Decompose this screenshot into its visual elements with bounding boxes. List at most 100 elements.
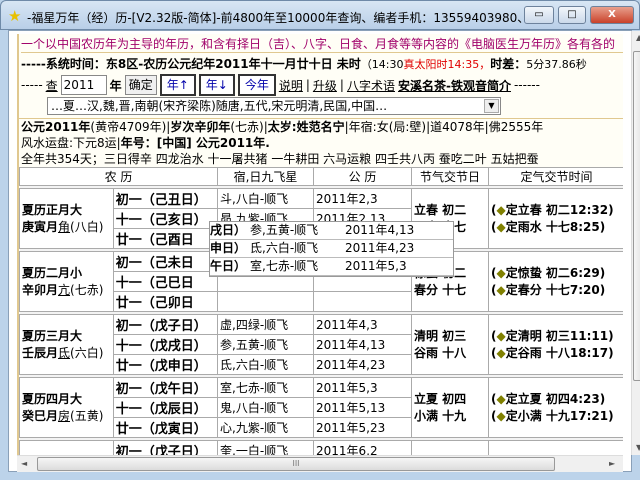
table-row: 夏历正月大 庚寅月角(八白) 初一（己丑日） 斗,八白-顺飞 2011年2,3 立春 初二… xyxy=(19,188,623,249)
lunar-month-cell: 夏历三月大 壬辰月氐(六白) xyxy=(19,314,114,375)
dingqi-cell: (◆定惊蛰 初二6:29) (◆定春分 十七7:20) xyxy=(488,251,623,312)
overlay-cell: 2011年5,3 xyxy=(345,259,407,273)
horizontal-scrollbar[interactable]: ◄ III ► xyxy=(17,455,623,472)
month-star: (五黄) xyxy=(70,408,104,423)
lunar-day: 初一（戊子日） xyxy=(112,440,219,456)
maximize-button[interactable]: □ xyxy=(558,6,586,24)
gregorian-date: 2011年2,3 xyxy=(313,188,412,209)
lunar-day: 初一（己丑日） xyxy=(112,188,219,209)
year-ad: 公元2011年 xyxy=(21,120,91,134)
month-name: 夏历二月小 xyxy=(22,265,83,280)
true-solar-time: 真太阳时14:35， xyxy=(403,58,491,71)
diff-label: 时差： xyxy=(490,57,527,71)
lunar-day: 廿一（戊寅日） xyxy=(112,417,219,438)
lunar-day: 廿一（己酉日 xyxy=(112,228,219,249)
overlay-cell: 2011年4,23 xyxy=(345,241,415,255)
month-name: 夏历正月大 xyxy=(22,202,83,217)
bazi-link[interactable]: 八字术语 xyxy=(347,77,395,94)
upgrade-link[interactable]: 升级 xyxy=(313,77,337,94)
diamond-icon: ◆ xyxy=(496,282,506,297)
lunar-day: 廿一（戊申日） xyxy=(112,354,219,375)
month-ganzhi-text: 癸巳月 xyxy=(22,408,59,423)
system-time: -----系统时间：东8区-农历公元纪年2011年十一月廿十日 未时（14:30… xyxy=(21,55,587,72)
taisui: 太岁:姓范名宁 xyxy=(267,120,345,134)
dingqi-cell: (◆定立夏 初四4:23) (◆定小满 十九17:21) xyxy=(488,377,623,438)
overlay-row: 午日） 室,七赤-顺飞 2011年5,3 xyxy=(210,258,453,276)
dingqi-text: 定清明 初三11:11) xyxy=(505,328,614,343)
dingqi: (◆定小满 十九17:21) xyxy=(491,408,614,423)
system-time-label: -----系统时间：东8区-农历公元纪年2011年十一月廿十日 未时 xyxy=(21,57,361,71)
controls-row: ----- 查 2011 年 确定 年↑ 年↓ 今年 说明 | 升级 | 八字术语 … xyxy=(21,74,540,96)
window-title: -福星万年（经）历-[V2.32版-简体]-前4800年至10000年查询、编者… xyxy=(27,11,541,25)
year-down-button[interactable]: 年↓ xyxy=(198,74,235,96)
month-xiu: 角 xyxy=(58,219,71,234)
column-header: 节气交节日 xyxy=(411,167,489,186)
overlay-row: 申日） 氐,六白-顺飞 2011年4,23 xyxy=(210,240,453,258)
month-star: (八白) xyxy=(70,219,104,234)
scroll-right-icon[interactable]: ► xyxy=(609,459,615,468)
column-header: 农 历 xyxy=(19,167,218,186)
xiu-star: 参,五黄-顺飞 xyxy=(217,334,314,355)
scroll-left-icon[interactable]: ◄ xyxy=(21,459,27,468)
overlay-cell: 午日） xyxy=(210,259,247,273)
month-ganzhi: 辛卯月亢(七赤) xyxy=(22,282,111,299)
overlay-cell: 氐,六白-顺飞 xyxy=(250,241,319,255)
jieqi-cell: 芒种 初五夏至 廿一 xyxy=(411,440,489,456)
table-row: 夏历五月小甲午月心(四绿)初一（戊子日）奎,一白-顺飞2011年6,2芒种 初五… xyxy=(19,440,623,456)
diamond-icon: ◆ xyxy=(496,345,506,360)
overlay-cell: 申日） xyxy=(210,241,247,255)
dingqi: (◆定雨水 十七8:25) xyxy=(491,219,606,234)
column-header: 定气交节时间 xyxy=(488,167,623,186)
vertical-scrollbar[interactable]: ▲ ▼ xyxy=(631,31,640,455)
time-diff: 5分37.86秒 xyxy=(526,58,587,71)
month-ganzhi: 庚寅月角(八白) xyxy=(22,219,111,236)
tea-link[interactable]: 安溪名茶-铁观音简介 xyxy=(398,77,511,94)
dingqi: (◆定立夏 初四4:23) xyxy=(491,391,606,406)
dingqi-cell: (◆定清明 初三11:11) (◆定谷雨 十八18:17) xyxy=(488,314,623,375)
lunar-month-cell: 夏历二月小辛卯月亢(七赤) xyxy=(19,251,114,312)
gregorian-date: 2011年4,13 xyxy=(313,334,412,355)
this-year-button[interactable]: 今年 xyxy=(237,74,276,96)
scroll-up-icon[interactable]: ▲ xyxy=(636,33,640,42)
overlay-cell: 2011年4,13 xyxy=(345,223,415,237)
help-link[interactable]: 说明 xyxy=(279,77,303,94)
xiu-star: 奎,一白-顺飞 xyxy=(217,440,314,456)
scroll-down-icon[interactable]: ▼ xyxy=(636,443,640,452)
dingqi-text: 定惊蛰 初二6:29) xyxy=(505,265,606,280)
dingqi-text: 定雨水 十七8:25) xyxy=(505,219,606,234)
lunar-day: 十一（己亥日） xyxy=(112,208,219,229)
year-summary: 全年共354天；三日得辛 四龙治水 十一屠共猪 一牛耕田 六马运粮 四壬共八丙 … xyxy=(21,152,539,166)
lunar-month-cell: 夏历五月小甲午月心(四绿) xyxy=(19,440,114,456)
gregorian-date: 2011年5,3 xyxy=(313,377,412,398)
overlay-cell: 戌日） xyxy=(210,223,247,237)
month-ganzhi: 壬辰月氐(六白) xyxy=(22,345,111,362)
dashes: ----- xyxy=(21,78,43,92)
year-unit: 年 xyxy=(109,78,122,93)
dingqi: (◆定清明 初三11:11) xyxy=(491,328,614,343)
render-artifact-overlay: 戌日） 参,五黄-顺飞 2011年4,13 申日） 氐,六白-顺飞 2011年4,23 午日… xyxy=(209,221,454,277)
month-xiu: 亢 xyxy=(58,282,71,297)
minimize-button[interactable]: ▭ xyxy=(524,6,554,24)
chevron-down-icon[interactable]: ▼ xyxy=(484,99,499,113)
xiu-star: 斗,八白-顺飞 xyxy=(217,188,314,209)
month-name: 夏历四月大 xyxy=(22,391,83,406)
query-link[interactable]: 查 xyxy=(46,77,58,94)
lunar-day: 十一（戊戌日） xyxy=(112,334,219,355)
vertical-scroll-thumb[interactable] xyxy=(633,51,640,381)
lunar-day: 初一（己未日 xyxy=(112,251,219,272)
year-up-button[interactable]: 年↑ xyxy=(159,74,196,96)
jieqi: 春分 十七 xyxy=(414,282,467,297)
local-time: （14:30 xyxy=(360,58,404,71)
lunar-day: 十一（己巳日 xyxy=(112,271,219,292)
overlay-row: 戌日） 参,五黄-顺飞 2011年4,13 xyxy=(210,222,453,240)
xiu-star: 氐,六白-顺飞 xyxy=(217,354,314,375)
xiu-star: 室,七赤-顺飞 xyxy=(217,377,314,398)
year-input[interactable]: 2011 xyxy=(60,75,107,95)
overlay-cell: 参,五黄-顺飞 xyxy=(250,223,319,237)
confirm-button[interactable]: 确定 xyxy=(124,75,157,95)
close-button[interactable]: X xyxy=(590,6,634,24)
xiu-star: 鬼,八白-顺飞 xyxy=(217,397,314,418)
horizontal-scroll-thumb[interactable]: III xyxy=(37,457,555,471)
dingqi: (◆定惊蛰 初二6:29) xyxy=(491,265,606,280)
dynasty-select[interactable]: …夏…汉,魏,晋,南朝(宋齐梁陈)随唐,五代,宋元明清,民国,中国… ▼ xyxy=(47,97,501,115)
